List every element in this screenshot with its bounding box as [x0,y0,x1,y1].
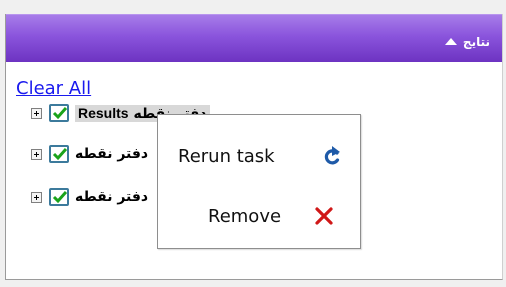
expand-plus-icon[interactable] [31,108,42,119]
remove-x-icon [314,206,334,231]
row-label[interactable]: دفتر نقطه [75,146,148,162]
collapse-arrow-icon[interactable] [444,38,457,45]
checkmark-icon [52,148,68,161]
checkmark-icon [52,191,68,204]
panel-title[interactable]: نتایج [444,35,490,49]
refresh-icon [322,146,342,173]
checkmark-icon [52,107,68,120]
row-label-suffix: Results [78,105,129,121]
menu-item-label: Remove [208,206,282,227]
panel-header: نتایج [6,14,502,62]
row-label[interactable]: دفتر نقطه [75,189,148,205]
row-checkbox[interactable] [49,188,69,206]
menu-item-rerun-task[interactable]: Rerun task [158,140,360,174]
row-checkbox[interactable] [49,145,69,163]
row-checkbox[interactable] [49,104,69,122]
expand-plus-icon[interactable] [31,192,42,203]
context-menu: Rerun task Remove [157,114,361,249]
expand-plus-icon[interactable] [31,149,42,160]
panel-title-text: نتایج [462,35,490,49]
menu-item-remove[interactable]: Remove [158,200,360,234]
tree-row[interactable]: دفتر نقطه [31,187,171,209]
menu-item-label: Rerun task [178,146,275,167]
clear-all-link[interactable]: Clear All [16,78,91,99]
tree-row[interactable]: دفتر نقطه [31,144,171,166]
